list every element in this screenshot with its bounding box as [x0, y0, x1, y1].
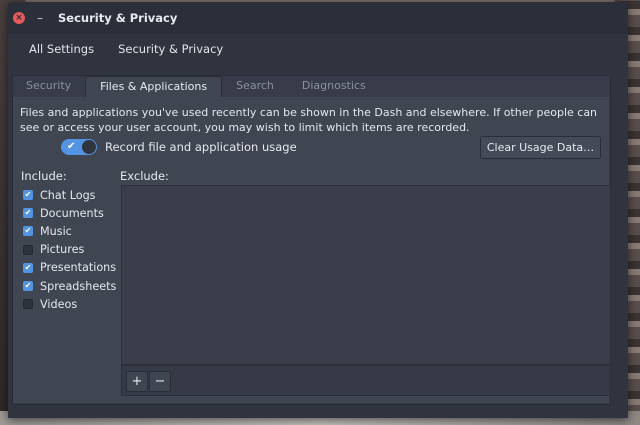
- record-usage-label: Record file and application usage: [105, 140, 297, 154]
- include-item-label: Chat Logs: [40, 188, 96, 202]
- tab-search[interactable]: Search: [222, 76, 288, 96]
- minus-icon: −: [154, 374, 166, 389]
- checkmark-icon: ✔: [67, 141, 76, 152]
- checkbox[interactable]: [23, 299, 33, 310]
- window-title: Security & Privacy: [58, 11, 178, 25]
- include-item-spreadsheets[interactable]: ✔ Spreadsheets: [23, 277, 116, 295]
- include-item-label: Pictures: [40, 243, 85, 257]
- tab-strip: Security Files & Applications Search Dia…: [12, 76, 380, 97]
- record-usage-switch[interactable]: ✔: [61, 139, 97, 155]
- close-button[interactable]: ×: [13, 12, 25, 24]
- include-item-videos[interactable]: Videos: [23, 295, 116, 313]
- include-item-label: Videos: [40, 297, 78, 311]
- checkbox[interactable]: [23, 244, 33, 255]
- remove-exclusion-button[interactable]: −: [149, 371, 171, 392]
- tab-diagnostics[interactable]: Diagnostics: [288, 76, 380, 96]
- include-list: ✔ Chat Logs ✔ Documents ✔ Music Pictures…: [23, 186, 116, 313]
- exclude-list[interactable]: [121, 185, 611, 365]
- description-text: Files and applications you've used recen…: [20, 106, 598, 134]
- tab-security[interactable]: Security: [12, 76, 85, 96]
- breadcrumb-security-privacy[interactable]: Security & Privacy: [118, 42, 223, 56]
- clear-usage-data-button[interactable]: Clear Usage Data…: [480, 136, 601, 159]
- all-settings-button[interactable]: All Settings: [29, 42, 94, 56]
- settings-navbar: All Settings Security & Privacy: [8, 34, 628, 64]
- minimize-icon: –: [37, 11, 43, 25]
- include-item-presentations[interactable]: ✔ Presentations: [23, 259, 116, 277]
- exclude-label: Exclude:: [120, 169, 169, 183]
- include-item-documents[interactable]: ✔ Documents: [23, 204, 116, 222]
- include-item-label: Music: [40, 224, 72, 238]
- include-item-label: Documents: [40, 206, 104, 220]
- tab-files-applications[interactable]: Files & Applications: [85, 76, 223, 97]
- checkbox[interactable]: ✔: [23, 281, 33, 292]
- checkbox[interactable]: ✔: [23, 226, 33, 237]
- title-bar: × – Security & Privacy: [8, 2, 628, 34]
- include-label: Include:: [21, 169, 67, 183]
- checkbox[interactable]: ✔: [23, 262, 33, 273]
- files-applications-page: Files and applications you've used recen…: [13, 97, 611, 403]
- add-exclusion-button[interactable]: +: [126, 371, 148, 392]
- include-item-music[interactable]: ✔ Music: [23, 222, 116, 240]
- include-item-label: Spreadsheets: [40, 279, 117, 293]
- plus-icon: +: [131, 374, 143, 389]
- checkbox[interactable]: ✔: [23, 190, 33, 201]
- include-item-label: Presentations: [40, 261, 117, 275]
- close-icon: ×: [15, 12, 23, 23]
- include-item-chat-logs[interactable]: ✔ Chat Logs: [23, 186, 116, 204]
- include-item-pictures[interactable]: Pictures: [23, 241, 116, 259]
- minimize-button[interactable]: –: [35, 11, 45, 25]
- exclude-toolbar: + −: [121, 365, 611, 396]
- switch-knob: [82, 140, 96, 154]
- checkbox[interactable]: ✔: [23, 208, 33, 219]
